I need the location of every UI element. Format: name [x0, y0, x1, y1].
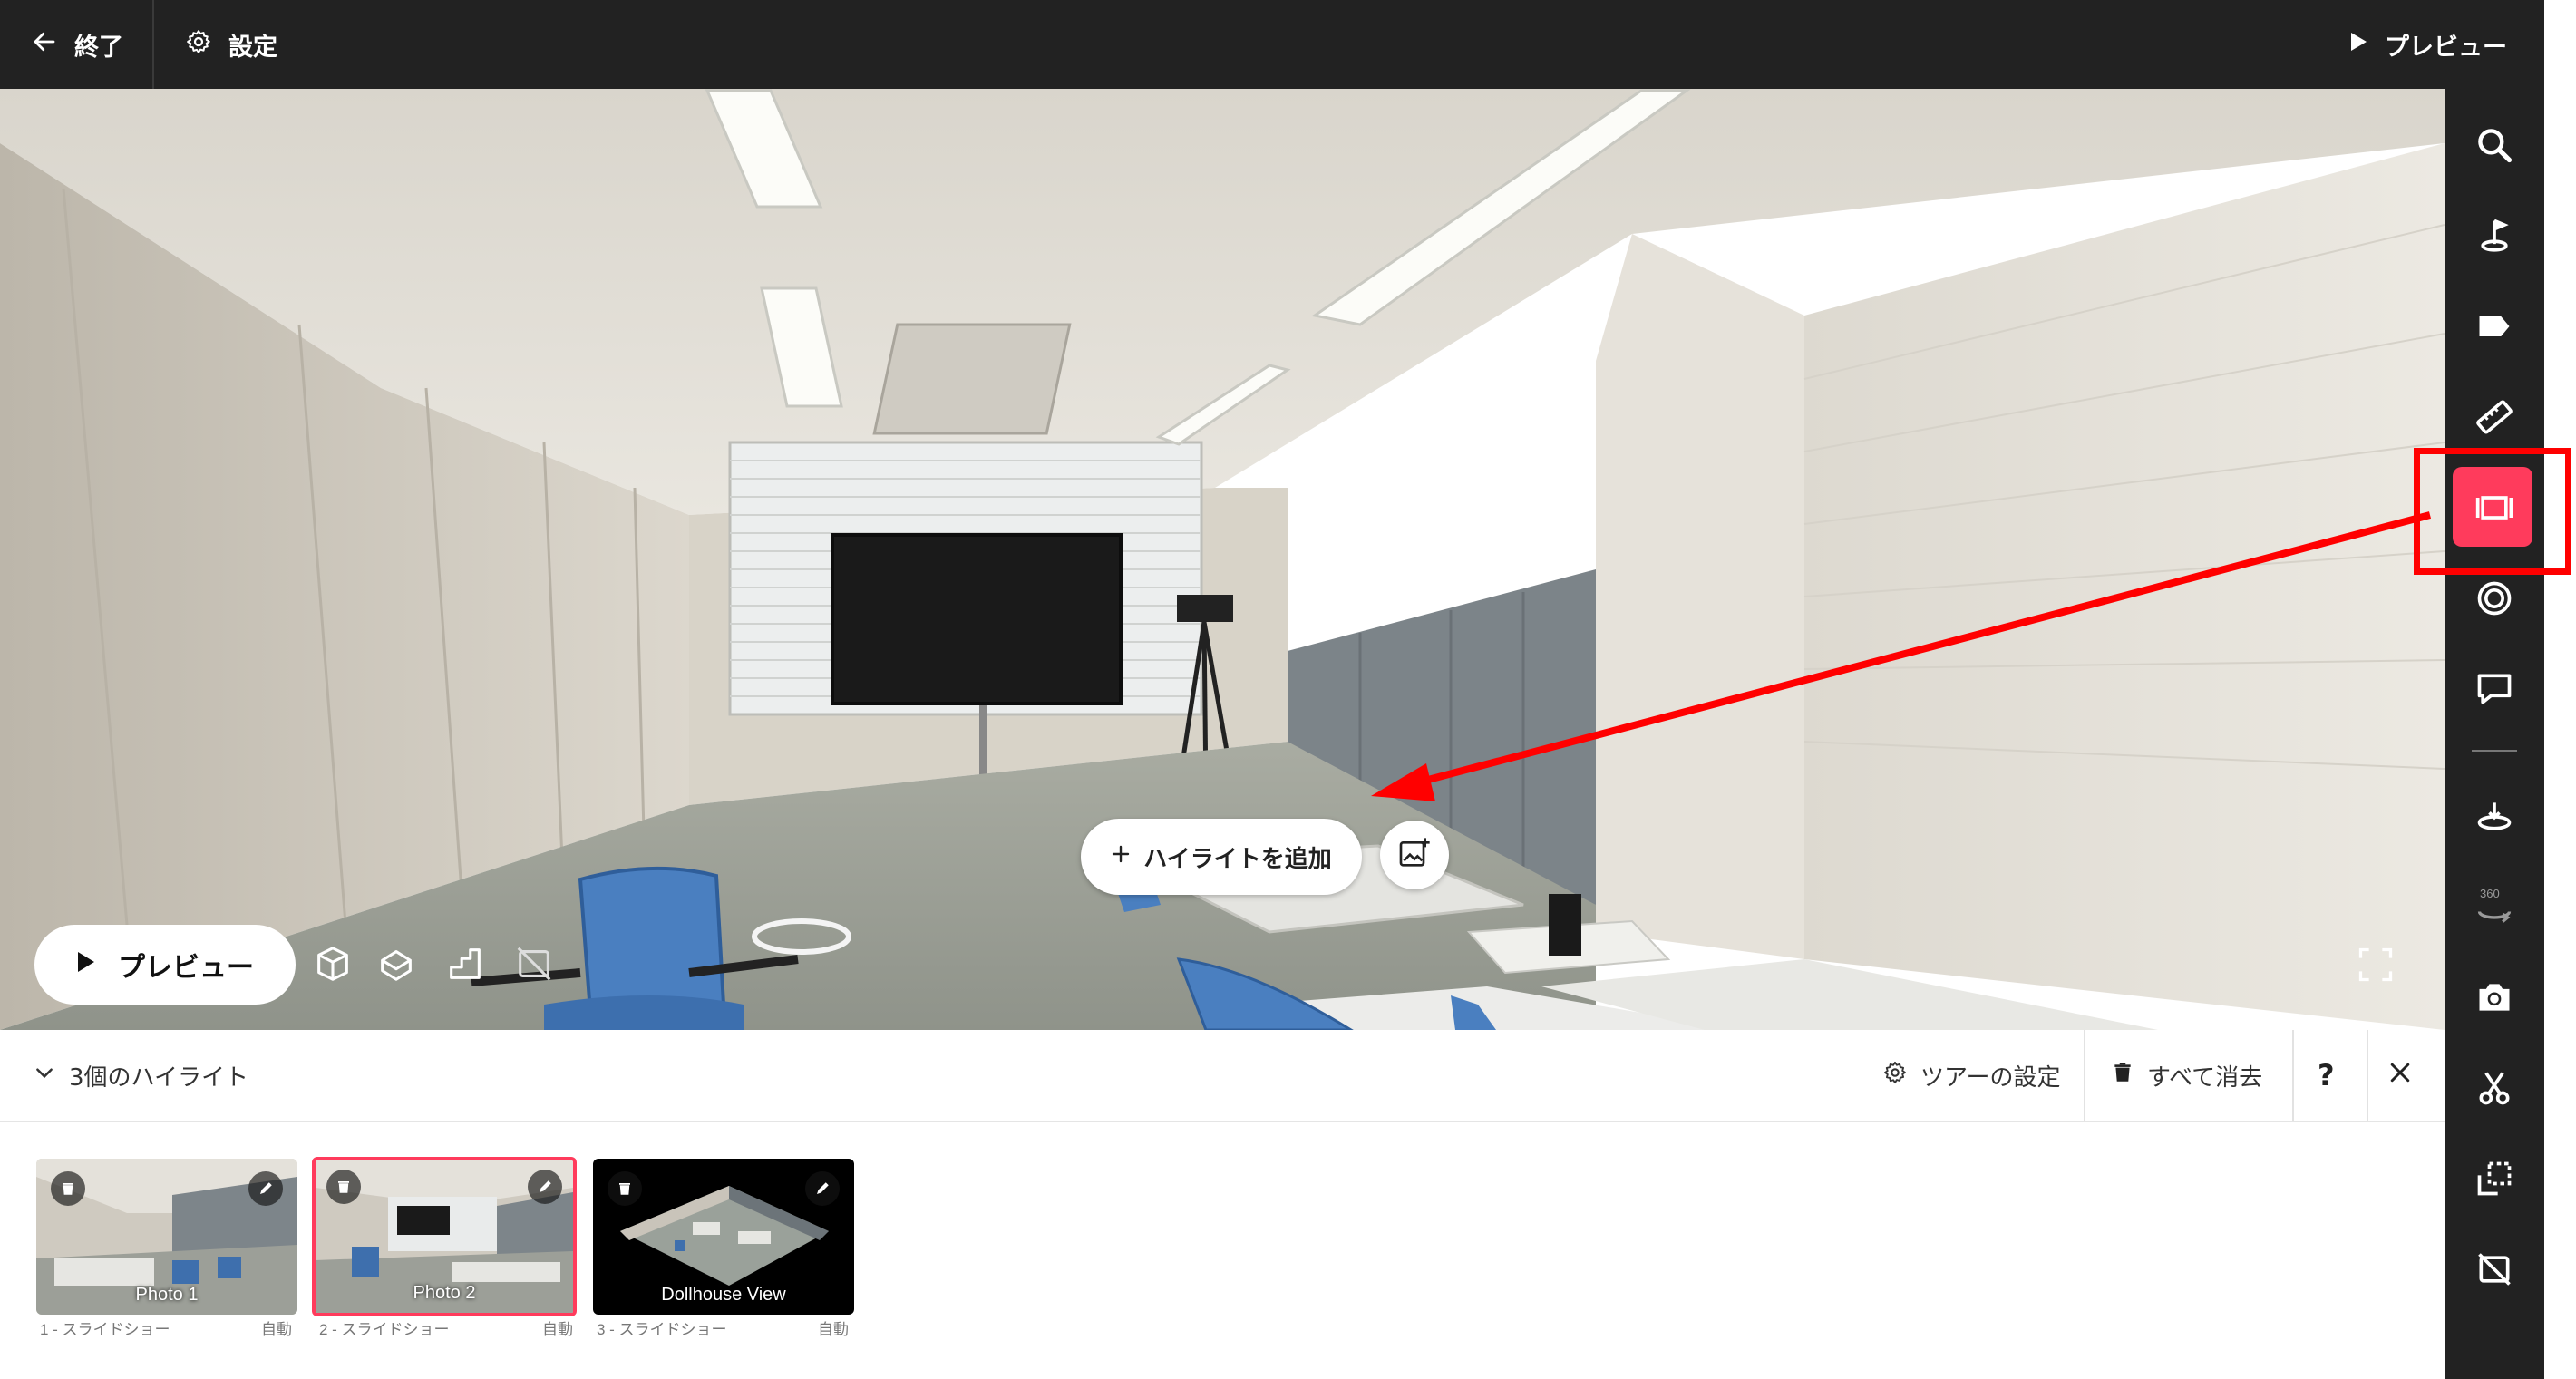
highlight-mode: 自動	[261, 1321, 292, 1338]
edit-highlight-button[interactable]	[805, 1171, 840, 1206]
play-icon	[2348, 31, 2368, 59]
highlights-panel-header	[0, 1030, 2445, 1122]
preview-play-button[interactable]: プレビュー	[34, 925, 296, 1005]
edit-highlight-button[interactable]	[528, 1170, 562, 1204]
dollhouse-view-icon[interactable]	[312, 943, 354, 988]
highlight-thumbnail[interactable]: Dollhouse View	[593, 1159, 854, 1315]
trim-icon[interactable]	[2445, 1061, 2544, 1115]
highlight-caption: 1 - スライドショー	[40, 1321, 170, 1338]
add-photo-button[interactable]	[1380, 821, 1449, 889]
gear-icon	[185, 28, 212, 62]
top-bar	[0, 0, 2544, 89]
close-icon	[2386, 1059, 2414, 1093]
clear-all-button[interactable]: すべて消去	[2111, 1030, 2262, 1121]
preview-top-button[interactable]: プレビュー	[2348, 0, 2507, 89]
floor-icon[interactable]	[2445, 789, 2544, 843]
plus-icon	[1111, 843, 1131, 870]
toolbar-divider	[2472, 750, 2517, 752]
trash-icon	[338, 1181, 349, 1193]
highlight-mode: 自動	[818, 1321, 849, 1338]
exit-label: 終了	[74, 33, 123, 62]
highlight-thumbnail-selected[interactable]: Photo 2	[312, 1157, 577, 1316]
360-views-icon[interactable]: 360	[2445, 879, 2544, 934]
tour-settings-button[interactable]: ツアーの設定	[1882, 1030, 2060, 1121]
help-button[interactable]: ?	[2318, 1030, 2335, 1121]
exit-button[interactable]: 終了	[31, 0, 123, 89]
help-label: ?	[2318, 1058, 2335, 1093]
highlight-title: Photo 1	[135, 1285, 199, 1305]
labels-icon[interactable]	[2445, 1151, 2544, 1206]
panel-divider	[2292, 1030, 2294, 1121]
settings-label: 設定	[228, 33, 277, 62]
settings-button[interactable]: 設定	[185, 0, 277, 89]
highlight-reel-icon[interactable]	[2445, 481, 2544, 535]
delete-highlight-button[interactable]	[51, 1171, 85, 1206]
close-panel-button[interactable]	[2386, 1030, 2414, 1121]
search-icon[interactable]	[2445, 118, 2544, 172]
edit-highlight-button[interactable]	[248, 1171, 283, 1206]
trash-icon	[63, 1183, 73, 1195]
start-location-icon[interactable]	[2445, 209, 2544, 263]
add-highlight-button[interactable]: ハイライトを追加	[1081, 819, 1362, 895]
collapse-highlights-toggle[interactable]: 3個のハイライト	[33, 1030, 248, 1121]
preview-top-label: プレビュー	[2385, 33, 2507, 62]
panel-divider	[2367, 1030, 2368, 1121]
fullscreen-icon[interactable]	[2356, 945, 2396, 988]
delete-highlight-button[interactable]	[608, 1171, 642, 1206]
tag-icon[interactable]	[2445, 299, 2544, 354]
trash-icon	[2111, 1060, 2134, 1092]
floor-selector-icon[interactable]	[444, 943, 486, 988]
highlight-count-label: 3個のハイライト	[69, 1063, 249, 1092]
back-arrow-icon	[31, 28, 58, 62]
clear-all-label: すべて消去	[2147, 1063, 2263, 1092]
pencil-icon	[540, 1180, 551, 1192]
mattertag-icon[interactable]	[2445, 571, 2544, 626]
hide-image-icon[interactable]	[513, 943, 555, 988]
highlight-caption: 3 - スライドショー	[597, 1321, 727, 1338]
gear-icon	[1882, 1060, 1908, 1092]
add-highlight-label: ハイライトを追加	[1143, 845, 1332, 873]
hide-icon[interactable]	[2445, 1242, 2544, 1296]
measure-icon[interactable]	[2445, 390, 2544, 444]
play-icon	[76, 949, 96, 981]
highlight-title: Photo 2	[413, 1283, 476, 1303]
highlight-thumbnail[interactable]: Photo 1	[36, 1159, 297, 1315]
panel-divider	[2084, 1030, 2085, 1121]
snapshot-icon[interactable]	[2445, 970, 2544, 1025]
highlight-title: Dollhouse View	[661, 1285, 786, 1305]
highlight-caption: 2 - スライドショー	[319, 1321, 450, 1338]
chevron-down-icon	[33, 1061, 56, 1091]
tour-settings-label: ツアーの設定	[1920, 1063, 2061, 1092]
add-image-icon	[1396, 835, 1433, 875]
preview-button-label: プレビュー	[118, 952, 254, 984]
delete-highlight-button[interactable]	[326, 1170, 361, 1204]
pencil-icon	[817, 1182, 829, 1194]
highlight-mode: 自動	[542, 1321, 573, 1338]
topbar-divider	[152, 0, 154, 89]
pencil-icon	[260, 1182, 272, 1194]
trash-icon	[619, 1183, 630, 1195]
floorplan-view-icon[interactable]	[375, 943, 417, 988]
comment-icon[interactable]	[2445, 662, 2544, 716]
